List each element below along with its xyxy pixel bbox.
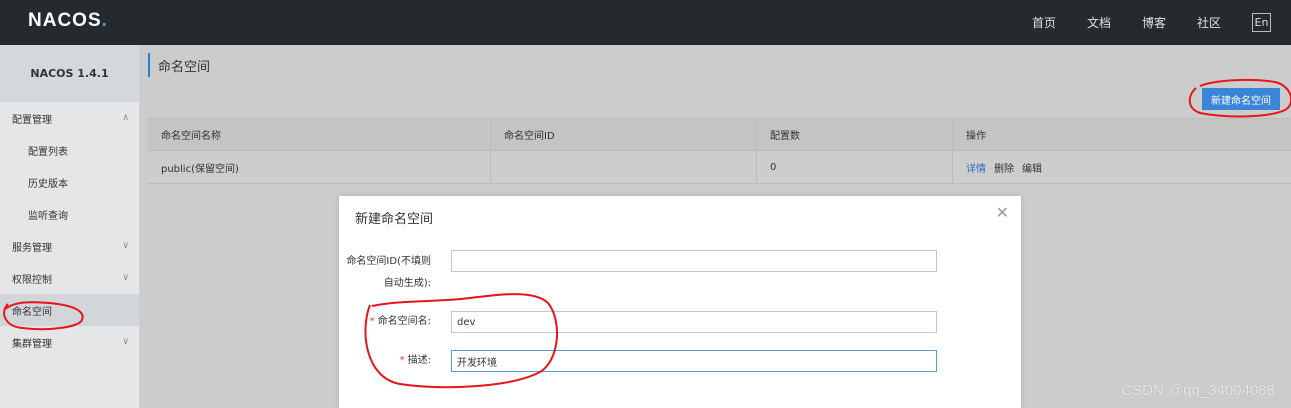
edit-link[interactable]: 编辑: [1022, 160, 1042, 175]
nav-home[interactable]: 首页: [1032, 14, 1056, 31]
namespace-id-input[interactable]: [451, 250, 937, 272]
nav-docs[interactable]: 文档: [1087, 14, 1111, 31]
sidebar-item-history[interactable]: 历史版本: [0, 166, 139, 198]
sidebar-item-label: 服务管理: [12, 242, 52, 254]
required-marker: *: [399, 355, 405, 366]
cell-actions: 详情 删除 编辑: [953, 151, 1291, 183]
chevron-down-icon: ∨: [122, 241, 129, 251]
sidebar-item-listener-query[interactable]: 监听查询: [0, 198, 139, 230]
close-icon[interactable]: ✕: [996, 203, 1009, 222]
delete-link[interactable]: 删除: [994, 160, 1014, 175]
chevron-down-icon: ∨: [122, 273, 129, 283]
sidebar-item-label: 权限控制: [12, 274, 52, 286]
table-row: public(保留空间) 0 详情 删除 编辑: [148, 151, 1291, 184]
cell-namespace-name: public(保留空间): [148, 151, 491, 183]
sidebar-item-label: 监听查询: [28, 210, 68, 222]
sidebar-item-label: 命名空间: [12, 306, 52, 318]
top-nav: 首页 文档 博客 社区 En: [1001, 0, 1271, 45]
sidebar-item-namespace[interactable]: 命名空间: [0, 294, 139, 326]
required-marker: *: [369, 316, 375, 327]
watermark: CSDN @qq_34004088: [1121, 382, 1275, 399]
nacos-logo[interactable]: NACOS.: [28, 10, 108, 32]
sidebar-item-config-management[interactable]: 配置管理 ∧: [0, 102, 139, 134]
cell-config-count: 0: [757, 151, 953, 183]
language-toggle-button[interactable]: En: [1252, 13, 1271, 32]
chevron-up-icon: ∧: [122, 113, 129, 123]
nav-blog[interactable]: 博客: [1142, 14, 1166, 31]
sidebar-item-label: 集群管理: [12, 338, 52, 350]
description-label: * 描述:: [321, 351, 431, 371]
create-namespace-button[interactable]: 新建命名空间: [1202, 88, 1280, 110]
details-link[interactable]: 详情: [966, 160, 986, 175]
sidebar: NACOS 1.4.1 配置管理 ∧ 配置列表 历史版本 监听查询 服务管理 ∨…: [0, 45, 140, 408]
chevron-down-icon: ∨: [122, 337, 129, 347]
version-label: NACOS 1.4.1: [0, 45, 139, 102]
top-navbar: NACOS. 首页 文档 博客 社区 En: [0, 0, 1291, 45]
sidebar-item-config-list[interactable]: 配置列表: [0, 134, 139, 166]
create-namespace-dialog: 新建命名空间 ✕ 命名空间ID(不填则 自动生成): *命名空间名: *描述:: [339, 196, 1021, 408]
nav-community[interactable]: 社区: [1197, 14, 1221, 31]
sidebar-item-access-control[interactable]: 权限控制 ∨: [0, 262, 139, 294]
description-input[interactable]: [451, 350, 937, 372]
column-header-actions: 操作: [966, 131, 986, 142]
column-header-count: 配置数: [757, 119, 953, 150]
label-line: 命名空间ID(不填则: [346, 256, 431, 267]
column-header-name: 命名空间名称: [148, 119, 491, 150]
namespace-name-input[interactable]: [451, 311, 937, 333]
dialog-title: 新建命名空间: [355, 212, 434, 227]
label-line: 自动生成):: [383, 278, 431, 289]
sidebar-item-label: 配置管理: [12, 114, 52, 126]
page-title: 命名空间: [148, 53, 210, 77]
sidebar-item-cluster-management[interactable]: 集群管理 ∨: [0, 326, 139, 358]
column-header-id: 命名空间ID: [491, 119, 757, 150]
sidebar-item-label: 历史版本: [28, 178, 68, 190]
label-text: 描述:: [407, 355, 431, 366]
namespace-name-label: * 命名空间名:: [321, 312, 431, 332]
table-header-row: 命名空间名称 命名空间ID 配置数 操作: [148, 118, 1291, 151]
sidebar-item-label: 配置列表: [28, 146, 68, 158]
namespace-table: 命名空间名称 命名空间ID 配置数 操作 public(保留空间) 0 详情 删…: [148, 118, 1291, 184]
label-text: 命名空间名:: [377, 316, 431, 327]
namespace-id-label: 命名空间ID(不填则 自动生成):: [321, 251, 431, 295]
sidebar-item-service-management[interactable]: 服务管理 ∨: [0, 230, 139, 262]
cell-namespace-id: [491, 151, 757, 183]
